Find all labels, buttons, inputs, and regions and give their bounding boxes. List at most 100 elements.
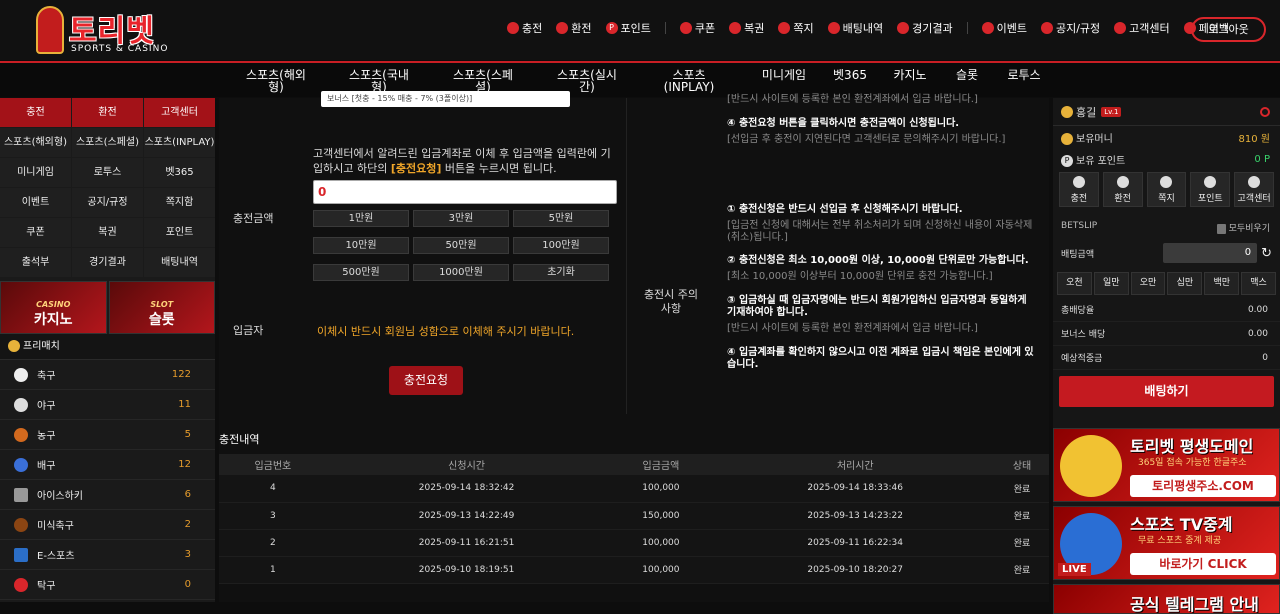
quick-support-button[interactable]: 고객센터 [1234, 172, 1274, 207]
left-menu-lottery[interactable]: 복권 [72, 218, 143, 247]
left-menu-attendance[interactable]: 출석부 [0, 248, 71, 277]
amount-button[interactable]: 5만원 [513, 210, 609, 227]
level-icon [1061, 105, 1073, 118]
clear-all-button[interactable]: 모두비우기 [1216, 221, 1270, 237]
topnav-results[interactable]: 경기결과 [897, 20, 953, 36]
topnav-message[interactable]: 쪽지 [778, 20, 814, 36]
quick-charge-button[interactable]: 충전 [1059, 172, 1099, 207]
topnav-point[interactable]: P 포인트 [605, 20, 651, 36]
cell: 완료 [995, 502, 1049, 530]
topnav-bet-history[interactable]: 배팅내역 [827, 20, 883, 36]
logout-button[interactable]: 로그아웃 [1191, 17, 1266, 42]
notice-line: [최소 10,000원 이상부터 10,000원 단위로 충전 가능합니다.] [727, 271, 993, 282]
bet-amount-input[interactable]: 0 [1163, 243, 1258, 263]
site-logo[interactable]: 토리벳 SPORTS & CASINO [36, 4, 171, 56]
amount-button[interactable]: 1만원 [313, 210, 409, 227]
chip-button[interactable]: 일만 [1093, 272, 1129, 295]
bonus-select[interactable]: 보너스 [첫충 - 15% 매충 - 7% (3폴이상)] [321, 91, 570, 107]
amount-button[interactable]: 3만원 [413, 210, 509, 227]
chip-button[interactable]: 맥스 [1241, 272, 1276, 295]
chip-button[interactable]: 십만 [1167, 272, 1203, 295]
mainnav-sports-overseas[interactable]: 스포츠(해외형) [241, 69, 311, 95]
chip-button[interactable]: 백만 [1204, 272, 1240, 295]
chip-button[interactable]: 오천 [1057, 272, 1092, 295]
mainnav-lotus[interactable]: 로투스 [1007, 69, 1041, 95]
topnav-charge[interactable]: 충전 [507, 20, 542, 36]
charge-instruction: 고객센터에서 알려드린 입금계좌로 이체 후 입금액을 입력란에 기입하시고 하… [313, 146, 619, 176]
left-menu-bet-history[interactable]: 배팅내역 [144, 248, 215, 277]
sport-item[interactable]: 탁구 0 [0, 570, 215, 600]
left-menu-sports-overseas[interactable]: 스포츠(해외형) [0, 128, 71, 157]
topnav-lottery[interactable]: 복권 [729, 20, 764, 36]
amount-button[interactable]: 1000만원 [413, 264, 509, 281]
refresh-icon[interactable]: ↻ [1261, 246, 1272, 261]
notice-line: ④ 입금계좌를 확인하지 않으시고 이전 계좌로 입금시 책임은 본인에게 있습… [727, 347, 1034, 370]
freematch-header[interactable]: 프리매치 [0, 334, 215, 360]
left-menu-results[interactable]: 경기결과 [72, 248, 143, 277]
sport-item[interactable]: 축구 122 [0, 360, 215, 390]
left-menu-notice[interactable]: 공지/규정 [72, 188, 143, 217]
bet-amount-label: 배팅금액 [1061, 249, 1095, 260]
quick-message-button[interactable]: 쪽지 [1146, 172, 1187, 207]
mainnav-casino[interactable]: 카지노 [893, 69, 927, 95]
left-menu-bet365[interactable]: 벳365 [144, 158, 215, 187]
sport-item[interactable]: 아이스하키 6 [0, 480, 215, 510]
slot-banner-label: 슬롯 [148, 312, 175, 328]
power-icon[interactable] [1260, 106, 1270, 117]
notice-line: ④ 충전요청 버튼을 클릭하시면 충전금액이 신청됩니다. [727, 118, 960, 129]
left-menu-sports-special[interactable]: 스포츠(스페셜) [72, 128, 143, 157]
quick-exchange-button[interactable]: 환전 [1102, 172, 1143, 207]
sport-item[interactable]: 야구 11 [0, 390, 215, 420]
slot-banner[interactable]: SLOT 슬롯 [108, 281, 215, 334]
topnav-label: 쪽지 [793, 22, 814, 35]
casino-banner[interactable]: CASINO 카지노 [0, 281, 107, 334]
amount-button[interactable]: 500만원 [313, 264, 409, 281]
domain-ad-banner[interactable]: 토리벳 평생도메인 365일 접속 가능한 한글주소 토리평생주소.COM [1053, 428, 1280, 502]
tv-ad-banner[interactable]: 스포츠 TV중계 무료 스포츠 중계 제공 바로가기 CLICK LIVE [1053, 506, 1280, 580]
amount-button[interactable]: 50만원 [413, 237, 509, 254]
topnav-coupon[interactable]: 쿠폰 [679, 20, 715, 36]
mainnav-bet365[interactable]: 벳365 [832, 69, 868, 95]
mainnav-sports-inplay[interactable]: 스포츠(INPLAY) [654, 69, 724, 95]
left-menu-event[interactable]: 이벤트 [0, 188, 71, 217]
ad-subtitle: 365일 접속 가능한 한글주소 [1138, 458, 1247, 468]
envelope-icon [1160, 176, 1173, 188]
sport-item[interactable]: 배구 12 [0, 450, 215, 480]
charge-request-button[interactable]: 충전요청 [389, 366, 463, 395]
amount-button[interactable]: 10만원 [313, 237, 409, 254]
topnav-support[interactable]: 고객센터 [1114, 20, 1170, 36]
amount-input[interactable]: 0 [313, 180, 617, 204]
left-menu-point[interactable]: 포인트 [144, 218, 215, 247]
left-menu-inbox[interactable]: 쪽지함 [144, 188, 215, 217]
sport-item[interactable]: 미식축구 2 [0, 510, 215, 540]
mainnav-minigame[interactable]: 미니게임 [760, 69, 808, 95]
header: 토리벳 SPORTS & CASINO 충전 환전 P 포인트 쿠폰 복권 쪽지 … [0, 0, 1280, 60]
left-menu-sports-inplay[interactable]: 스포츠(INPLAY) [144, 128, 215, 157]
cell: 완료 [995, 475, 1049, 503]
charge-notice: 충전시 주의사항 [반드시 사이트에 등록한 본인 환전계좌에서 입금 바랍니다… [641, 94, 1049, 414]
quick-label: 포인트 [1197, 194, 1223, 204]
topnav-exchange[interactable]: 환전 [556, 20, 592, 36]
telegram-ad-banner[interactable]: 공식 텔레그램 안내 [1053, 584, 1280, 614]
main-nav: 스포츠(해외형) 스포츠(국내형) 스포츠(스페셜) 스포츠(실시간) 스포츠(… [0, 63, 1280, 97]
mainnav-slot[interactable]: 슬롯 [955, 69, 979, 95]
left-menu-lotus[interactable]: 로투스 [72, 158, 143, 187]
quick-point-button[interactable]: 포인트 [1190, 172, 1231, 207]
left-menu-exchange[interactable]: 환전 [72, 98, 143, 127]
topnav-event[interactable]: 이벤트 [981, 20, 1027, 36]
money-row: 보유머니 810 원 [1053, 126, 1280, 148]
top-nav: 충전 환전 P 포인트 쿠폰 복권 쪽지 배팅내역 경기결과 이벤트 공지/규정 … [507, 20, 1243, 36]
left-menu-minigame[interactable]: 미니게임 [0, 158, 71, 187]
reset-amount-button[interactable]: 초기화 [513, 264, 609, 281]
live-badge: LIVE [1058, 563, 1091, 576]
place-bet-button[interactable]: 배팅하기 [1059, 376, 1274, 407]
cell: 완료 [995, 556, 1049, 584]
sport-item[interactable]: 농구 5 [0, 420, 215, 450]
chip-button[interactable]: 오만 [1130, 272, 1166, 295]
left-menu-charge[interactable]: 충전 [0, 98, 71, 127]
left-menu-coupon[interactable]: 쿠폰 [0, 218, 71, 247]
amount-button[interactable]: 100만원 [513, 237, 609, 254]
sport-item[interactable]: E-스포츠 3 [0, 540, 215, 570]
topnav-notice[interactable]: 공지/규정 [1040, 20, 1100, 36]
left-menu-support[interactable]: 고객센터 [144, 98, 215, 127]
